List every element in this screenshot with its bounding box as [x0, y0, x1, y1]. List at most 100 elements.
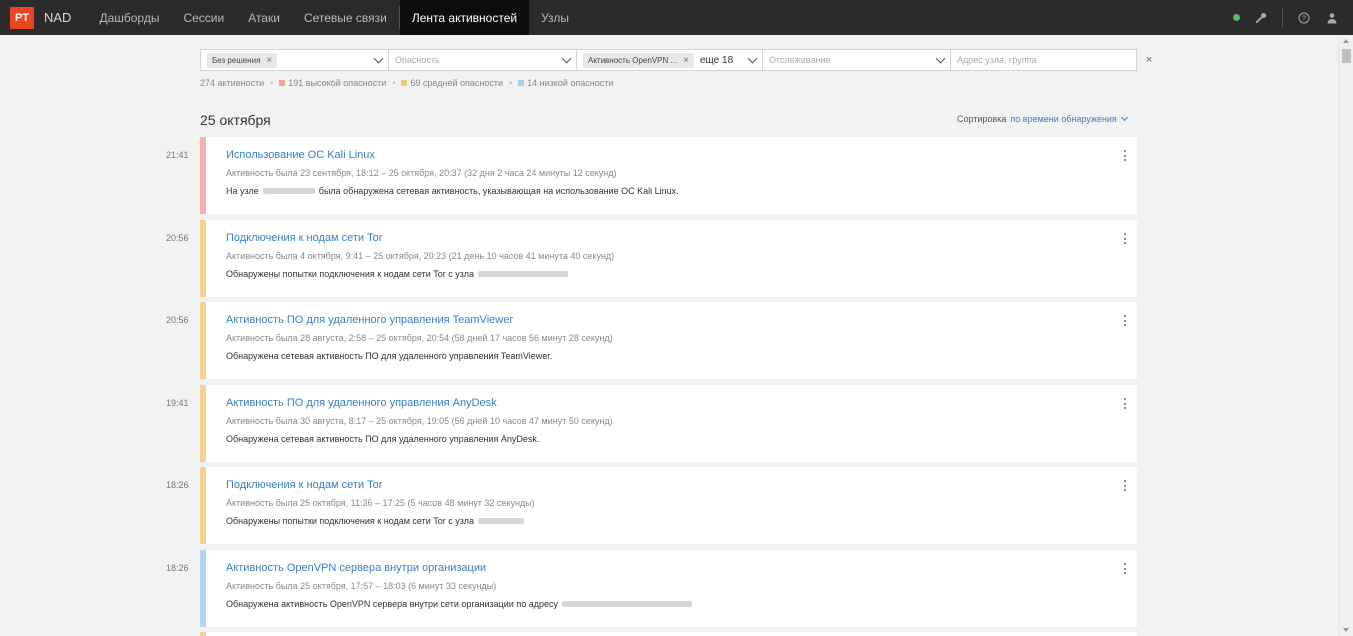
nav-nodes[interactable]: Узлы [529, 0, 581, 35]
chevron-down-icon[interactable] [373, 53, 384, 64]
redacted-address [478, 271, 569, 277]
nav-activity-feed[interactable]: Лента активностей [399, 0, 530, 35]
severity-bar [200, 220, 206, 297]
activity-title-link[interactable]: Использование ОС Kali Linux [226, 149, 375, 161]
activity-card[interactable]: Активность OpenVPN сервера внутри органи… [200, 550, 1137, 627]
activity-description: Обнаружены попытки подключения к нодам с… [226, 516, 528, 526]
stats-high: 191 высокой опасности [288, 78, 387, 88]
activity-time: 18:26 [166, 563, 189, 573]
activity-time: 19:41 [166, 398, 189, 408]
severity-placeholder: Опасность [395, 55, 440, 65]
activity-period: Активность была 30 августа, 8:17 – 25 ок… [226, 416, 613, 426]
activity-type-filter[interactable]: Активность OpenVPN ... × еще 18 [577, 50, 763, 70]
description-text: Обнаружена активность OpenVPN сервера вн… [226, 599, 558, 609]
nav-dashboards[interactable]: Дашборды [87, 0, 171, 35]
activity-title-link[interactable]: Активность ПО для удаленного управления … [226, 397, 497, 409]
scroll-up-icon[interactable] [1343, 39, 1349, 43]
activity-card[interactable]: Активность ПО для удаленного управления … [200, 385, 1137, 462]
wrench-icon[interactable] [1254, 11, 1268, 25]
severity-bar [200, 467, 206, 544]
description-text: Обнаружена сетевая активность ПО для уда… [226, 351, 553, 361]
medium-severity-icon [401, 80, 408, 86]
activity-description: На узле была обнаружена сетевая активност… [226, 186, 679, 196]
activity-title-link[interactable]: Активность OpenVPN сервера внутри органи… [226, 562, 486, 574]
stats-total: 274 активности [200, 78, 265, 88]
activity-description: Обнаружены попытки подключения к нодам с… [226, 269, 572, 279]
activity-card[interactable]: Подключения к нодам сети Tor Активность б… [200, 467, 1137, 544]
scroll-thumb[interactable] [1342, 49, 1351, 63]
redacted-address [262, 188, 315, 194]
user-icon[interactable] [1325, 11, 1339, 25]
severity-bar [200, 137, 206, 214]
activity-time: 21:41 [166, 150, 189, 160]
more-options-icon[interactable] [1124, 150, 1127, 161]
more-options-icon[interactable] [1124, 398, 1127, 409]
severity-filter[interactable]: Опасность [389, 50, 577, 70]
address-search-input[interactable]: Адрес узла, группа [951, 50, 1136, 70]
activity-chip-label: Активность OpenVPN ... [588, 55, 678, 65]
activity-description: Обнаружена сетевая активность ПО для уда… [226, 434, 539, 444]
scroll-down-icon[interactable] [1343, 628, 1349, 632]
activity-stats: 274 активности • 191 высокой опасности •… [200, 78, 614, 88]
chevron-down-icon[interactable] [1120, 113, 1128, 122]
status-indicator-icon [1233, 14, 1240, 21]
description-text: Обнаружены попытки подключения к нодам с… [226, 516, 475, 526]
more-options-icon[interactable] [1124, 480, 1127, 491]
resolution-chip: Без решения × [207, 52, 278, 68]
activity-period: Активность была 4 октября, 9:41 – 25 окт… [226, 251, 615, 261]
activity-description: Обнаружена активность OpenVPN сервера вн… [226, 599, 696, 609]
sort-label: Сортировка [957, 114, 1007, 124]
activity-time: 20:56 [166, 233, 189, 243]
description-text: Обнаружены попытки подключения к нодам с… [226, 269, 475, 279]
more-options-icon[interactable] [1124, 233, 1127, 244]
activity-period: Активность была 23 сентября, 18:12 – 25 … [226, 168, 617, 178]
more-options-icon[interactable] [1124, 563, 1127, 574]
address-placeholder: Адрес узла, группа [957, 55, 1037, 65]
activity-chip: Активность OpenVPN ... × [583, 52, 694, 68]
activity-title-link[interactable]: Активность ПО для удаленного управления … [226, 314, 513, 326]
severity-bar [200, 632, 206, 636]
severity-bar [200, 385, 206, 462]
remove-chip-icon[interactable]: × [683, 55, 689, 66]
tracking-filter[interactable]: Отслеживание [763, 50, 951, 70]
activity-card[interactable]: Активность ПО для удаленного управления … [200, 302, 1137, 379]
tools-divider [1282, 7, 1283, 28]
more-count[interactable]: еще 18 [700, 55, 733, 66]
scrollbar[interactable] [1338, 35, 1353, 636]
description-text-tail: была обнаружена сетевая активность, указ… [318, 186, 679, 196]
more-options-icon[interactable] [1124, 315, 1127, 326]
nav-sessions[interactable]: Сессии [171, 0, 236, 35]
resolution-filter[interactable]: Без решения × [201, 50, 389, 70]
activity-time: 18:26 [166, 480, 189, 490]
nav-attacks[interactable]: Атаки [236, 0, 292, 35]
clear-filters-icon[interactable]: × [1146, 54, 1152, 66]
product-name[interactable]: NAD [44, 10, 71, 25]
activity-title-link[interactable]: Подключения к нодам сети Tor [226, 479, 382, 491]
activity-period: Активность была 25 октября, 11:36 – 17:2… [226, 498, 535, 508]
sort-value-link[interactable]: по времени обнаружения [1010, 114, 1116, 124]
top-navigation-bar: PT NAD Дашборды Сессии Атаки Сетевые свя… [0, 0, 1353, 35]
chevron-down-icon[interactable] [935, 53, 946, 64]
svg-text:?: ? [1302, 15, 1306, 22]
redacted-address [478, 518, 525, 524]
chevron-down-icon[interactable] [747, 53, 758, 64]
description-text: На узле [226, 186, 259, 196]
pt-logo[interactable]: PT [10, 6, 34, 29]
remove-chip-icon[interactable]: × [266, 55, 272, 66]
activity-title-link[interactable]: Подключения к нодам сети Tor [226, 232, 382, 244]
help-icon[interactable]: ? [1297, 11, 1311, 25]
next-activity-card[interactable] [200, 632, 1137, 636]
low-severity-icon [518, 80, 525, 86]
topbar-tools: ? [1233, 0, 1353, 35]
sort-control: Сортировка по времени обнаружения [957, 113, 1128, 124]
date-header: 25 октября [200, 112, 271, 128]
activity-card[interactable]: Использование ОС Kali Linux Активность бы… [200, 137, 1137, 214]
stats-low: 14 низкой опасности [527, 78, 614, 88]
activity-time: 20:56 [166, 315, 189, 325]
filter-bar: Без решения × Опасность Активность OpenV… [200, 49, 1137, 71]
resolution-chip-label: Без решения [212, 55, 261, 65]
chevron-down-icon[interactable] [561, 53, 572, 64]
activity-period: Активность была 28 августа, 2:58 – 25 ок… [226, 333, 613, 343]
activity-card[interactable]: Подключения к нодам сети Tor Активность б… [200, 220, 1137, 297]
nav-network-links[interactable]: Сетевые связи [292, 0, 399, 35]
